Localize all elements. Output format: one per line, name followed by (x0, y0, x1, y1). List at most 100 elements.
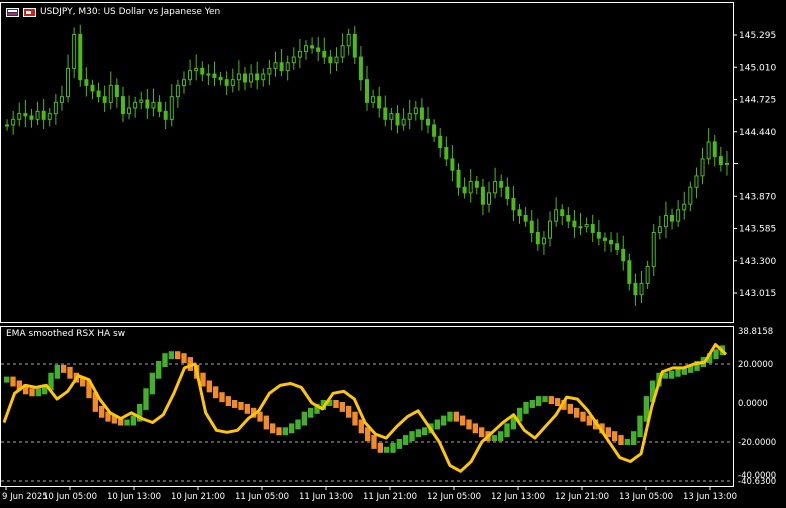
candle-body (285, 62, 290, 72)
candle-body (657, 226, 662, 233)
candle-body (23, 113, 28, 117)
candle-body (352, 33, 357, 58)
candle-body (517, 209, 522, 216)
candle-body (548, 220, 553, 239)
candle-body (212, 73, 217, 78)
histogram-bar (542, 396, 548, 403)
histogram-bar (479, 427, 485, 438)
candle-body (96, 90, 101, 98)
candle-body (694, 175, 699, 188)
histogram-bar (567, 403, 573, 414)
candle-body (511, 198, 516, 211)
histogram-bar (396, 439, 402, 449)
histogram-bar (339, 401, 345, 412)
histogram-bar (219, 392, 225, 403)
histogram-bar (270, 423, 276, 434)
histogram-bar (453, 411, 459, 422)
histogram-bar (390, 442, 396, 453)
candle-body (279, 62, 284, 72)
histogram-bar (434, 419, 440, 430)
candle-body (108, 84, 113, 103)
candle-body (444, 147, 449, 160)
time-tick-label: 10 Jun 13:00 (107, 492, 161, 502)
candle-body (200, 67, 205, 75)
histogram-bar (612, 431, 618, 442)
candle-body (29, 115, 34, 120)
candle-body (102, 96, 107, 103)
time-tick-label: 9 Jun 2025 (2, 492, 48, 502)
candle-body (84, 79, 89, 86)
histogram-bar (618, 435, 624, 445)
time-tick-label: 12 Jun 05:00 (427, 492, 481, 502)
candle-body (72, 33, 77, 69)
candle-body (114, 84, 119, 98)
price-tick-label: 144.725 (739, 96, 776, 106)
candle-body (120, 96, 125, 115)
candle-body (230, 79, 235, 86)
candle-body (462, 186, 467, 194)
candle-body (242, 73, 247, 83)
histogram-bar (574, 407, 580, 418)
time-tick-label: 11 Jun 13:00 (299, 492, 353, 502)
candle-body (346, 33, 351, 47)
candle-body (621, 248, 626, 262)
candle-body (255, 73, 260, 81)
chart-header: USDJPY, M30: US Dollar vs Japanese Yen (6, 7, 220, 17)
histogram-bar (662, 372, 668, 379)
candle-body (633, 282, 638, 296)
candle-body (59, 96, 64, 103)
chart-canvas[interactable]: 145.295 145.010 144.725 144.440 143.870 143.5… (0, 0, 786, 508)
candle-body (261, 73, 266, 81)
histogram-bar (213, 386, 219, 399)
histogram-bar (415, 429, 421, 438)
time-tick-label: 10 Jun 05:00 (43, 492, 97, 502)
histogram-bar (238, 401, 244, 410)
histogram-bar (4, 376, 10, 383)
candle-body (377, 96, 382, 109)
histogram-bar (54, 364, 60, 379)
histogram-bar (377, 442, 383, 453)
candle-body (615, 243, 620, 250)
candle-body (487, 192, 492, 205)
time-tick-label: 11 Jun 05:00 (235, 492, 289, 502)
candle-body (11, 118, 16, 126)
candle-body (90, 84, 95, 92)
indicator-tick-label: 0.0000 (738, 399, 768, 409)
histogram-bar (472, 423, 478, 434)
histogram-bar (637, 415, 643, 438)
candle-body (493, 181, 498, 194)
candle-body (438, 135, 443, 149)
candle-body (712, 141, 717, 158)
histogram-bar (301, 411, 307, 426)
candle-body (41, 110, 46, 120)
candle-body (499, 181, 504, 188)
price-tick-label: 143.015 (739, 289, 776, 299)
histogram-bar (333, 400, 339, 408)
histogram-bar (460, 415, 466, 426)
histogram-bar (346, 405, 352, 418)
candle-body (602, 237, 607, 241)
candle-body (181, 79, 186, 86)
histogram-bar (669, 370, 675, 379)
indicator-tick-label: 20.0000 (738, 360, 773, 370)
histogram-bar (422, 427, 428, 436)
histogram-bar (232, 400, 238, 408)
candle-body (5, 124, 10, 127)
histogram-bar (130, 415, 136, 426)
histogram-bar (67, 366, 73, 379)
candle-body (316, 47, 321, 52)
histogram-bar (548, 396, 554, 405)
candle-body (609, 239, 614, 245)
histogram-bar (162, 353, 168, 367)
histogram-bar (441, 415, 447, 426)
histogram-bar (624, 439, 630, 445)
candle-body (169, 96, 174, 120)
histogram-bar (156, 361, 162, 379)
time-tick-label: 13 Jun 13:00 (683, 492, 737, 502)
candle-body (163, 110, 168, 120)
histogram-bar (523, 401, 529, 414)
subwindow-title: EMA smoothed RSX HA sw (6, 329, 126, 339)
candle-body (291, 56, 296, 64)
histogram-bar (295, 419, 301, 430)
candle-body (554, 209, 559, 222)
